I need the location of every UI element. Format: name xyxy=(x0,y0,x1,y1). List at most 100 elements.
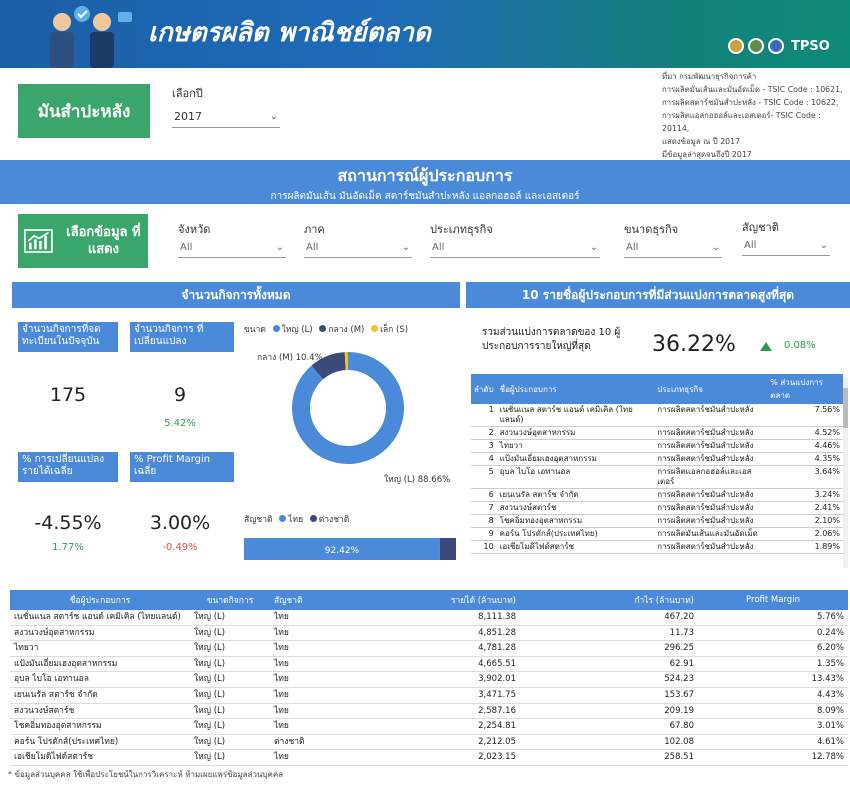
table-row[interactable]: 1 เนชั่นแนล สตาร์ช แอนด์ เคมิเคิล (ไทยแลน… xyxy=(471,404,843,427)
table-row[interactable]: 8 โชคอิ่มทองอุตสาหกรรม การผลิตสตาร์ชมันสำป… xyxy=(471,514,843,528)
table-cell: ไทย xyxy=(270,749,340,766)
table-cell: 153.67 xyxy=(520,687,698,704)
table-row[interactable]: สงวนวงษ์สตาร์ช ใหญ่ (L) ไทย 2,587.16 209.19 8… xyxy=(10,703,848,720)
table-row[interactable]: 7 สงวนวงษ์สตาร์ช การผลิตสตาร์ชมันสำปะหลัง 2… xyxy=(471,501,843,515)
table-row[interactable]: แป้งมันเอี่ยมเฮงอุตสาหกรรม ใหญ่ (L) ไทย 4,6… xyxy=(10,656,848,673)
business-size-dropdown[interactable]: All ⌄ xyxy=(624,238,722,258)
source-line: แสดงข้อมูล ณ ปี 2017 xyxy=(662,137,741,146)
table-row[interactable]: 6 เยนเนรัล สตาร์ช จำกัด การผลิตสตาร์ชมันสำ… xyxy=(471,488,843,502)
column-header[interactable]: % ส่วนแบ่งการตลาด xyxy=(767,374,843,404)
year-label: เลือกปี xyxy=(172,87,203,100)
table-row[interactable]: โชคอิ่มทองอุตสาหกรรม ใหญ่ (L) ไทย 2,254.81 6… xyxy=(10,718,848,735)
column-header[interactable]: ลำดับ xyxy=(471,374,497,404)
nationality-bar-label: 92.42% xyxy=(325,546,360,556)
table-cell: 1.89% xyxy=(767,540,843,554)
chevron-down-icon: ⌄ xyxy=(819,240,828,251)
region-dropdown[interactable]: All ⌄ xyxy=(304,238,412,258)
table-cell: คอร์น โปรดักส์(ประเทศไทย) xyxy=(10,734,190,751)
filter-value: All xyxy=(432,242,445,253)
column-header[interactable]: Profit Margin xyxy=(698,590,848,610)
business-people-icon xyxy=(50,6,132,68)
table-cell: 1 xyxy=(471,404,497,427)
table-row[interactable]: 4 แป้งมันเอี่ยมเฮงอุตสาหกรรม การผลิตสตาร์ช… xyxy=(471,452,843,466)
table-cell: 2.06% xyxy=(767,527,843,541)
table-cell: 258.51 xyxy=(520,749,698,766)
column-header[interactable]: ชื่อผู้ประกอบการ xyxy=(496,374,655,404)
table-cell: ไทย xyxy=(270,718,340,735)
filter-label: ภาค xyxy=(304,223,325,236)
table-cell: การผลิตสตาร์ชมันสำปะหลัง xyxy=(654,501,768,515)
table-cell: ใหญ่ (L) xyxy=(190,749,270,766)
scrollbar-thumb[interactable] xyxy=(843,388,848,428)
table-row[interactable]: เนชั่นแนล สตาร์ช แอนด์ เคมิเคิล (ไทยแลนด… xyxy=(10,610,848,626)
chevron-down-icon: ⌄ xyxy=(711,242,720,253)
table-cell: 467.20 xyxy=(520,610,698,626)
legend-item[interactable]: ไทย xyxy=(288,515,303,525)
business-type-dropdown[interactable]: All ⌄ xyxy=(430,238,600,258)
filter-label: สัญชาติ xyxy=(742,221,779,234)
table-cell: 8.09% xyxy=(698,703,848,720)
table-cell: 2,212.05 xyxy=(340,734,520,751)
kpi-profit-margin-value: 3.00% xyxy=(149,512,211,534)
table-row[interactable]: 2 สงวนวงษ์อุตสาหกรรม การผลิตสตาร์ชมันสำปะห… xyxy=(471,426,843,440)
table-cell: อุบล ไบโอ เอทานอล xyxy=(10,671,190,688)
legend-item[interactable]: ใหญ่ (L) xyxy=(282,325,313,335)
table-row[interactable]: 3 ไทยวา การผลิตสตาร์ชมันสำปะหลัง 4.46% xyxy=(471,439,843,453)
donut-slice-large[interactable] xyxy=(292,352,404,464)
table-cell: 4.61% xyxy=(698,734,848,751)
table-row[interactable]: เยนเนรัล สตาร์ช จำกัด ใหญ่ (L) ไทย 3,471.75… xyxy=(10,687,848,704)
column-header[interactable]: ประเภทธุรกิจ xyxy=(654,374,768,404)
size-legend: ขนาด ใหญ่ (L) กลาง (M) เล็ก (S) xyxy=(244,322,408,336)
table-cell: 4,851.28 xyxy=(340,625,520,642)
market-share-value: 36.22% xyxy=(652,332,736,357)
table-cell: สงวนวงษ์อุตสาหกรรม xyxy=(496,426,655,440)
tpso-logo: TPSO xyxy=(791,38,830,54)
up-arrow-icon xyxy=(760,342,772,351)
table-cell: 2.41% xyxy=(767,501,843,515)
table-row[interactable]: 9 คอร์น โปรดักส์(ประเทศไทย) การผลิตมันเส้น… xyxy=(471,527,843,541)
table-cell: การผลิตสตาร์ชมันสำปะหลัง xyxy=(654,404,768,427)
table-cell: ไทยวา xyxy=(496,439,655,453)
nationality-bar-chart[interactable]: 92.42% xyxy=(244,538,456,560)
kpi-registered-value: 175 xyxy=(49,384,87,406)
table-row[interactable]: อุบล ไบโอ เอทานอล ใหญ่ (L) ไทย 3,902.01 524.… xyxy=(10,671,848,688)
column-header[interactable]: สัญชาติ xyxy=(270,590,340,610)
kpi-revenue-change-value: -4.55% xyxy=(34,512,102,534)
table-cell: การผลิตสตาร์ชมันสำปะหลัง xyxy=(654,488,768,502)
table-cell: ใหญ่ (L) xyxy=(190,718,270,735)
table-cell: ไทยวา xyxy=(10,640,190,657)
table-row[interactable]: เอเชียโมดิไฟด์สตาร์ช ใหญ่ (L) ไทย 2,023.15 2… xyxy=(10,749,848,766)
column-header[interactable]: ชื่อผู้ประกอบการ xyxy=(10,590,190,610)
table-cell: 3.01% xyxy=(698,718,848,735)
table-row[interactable]: สงวนวงษ์อุตสาหกรรม ใหญ่ (L) ไทย 4,851.28 11.… xyxy=(10,625,848,642)
column-header[interactable]: ขนาดกิจการ xyxy=(190,590,270,610)
legend-title: สัญชาติ xyxy=(244,515,273,525)
app-title: เกษตรผลิต พาณิชย์ตลาด xyxy=(148,18,431,48)
table-cell: แป้งมันเอี่ยมเฮงอุตสาหกรรม xyxy=(10,656,190,673)
header-bar: เกษตรผลิต พาณิชย์ตลาด TPSO xyxy=(0,0,850,68)
source-line: ที่มา กรมพัฒนาธุรกิจการค้า xyxy=(662,72,757,81)
table-cell: 6.20% xyxy=(698,640,848,657)
filter-value: All xyxy=(180,242,193,253)
legend-item[interactable]: กลาง (M) xyxy=(328,325,364,335)
province-dropdown[interactable]: All ⌄ xyxy=(178,238,286,258)
kpi-label: % การเปลี่ยนแปลง รายได้เฉลี่ย xyxy=(18,452,118,482)
footnote: * ข้อมูลส่วนบุคคล ใช้เพื่อประโยชน์ในการว… xyxy=(8,770,284,779)
scrollbar[interactable] xyxy=(843,378,848,568)
legend-item[interactable]: ต่างชาติ xyxy=(319,515,350,525)
nationality-bar-foreign[interactable] xyxy=(439,538,456,560)
table-cell: 2 xyxy=(471,426,497,440)
table-row[interactable]: ไทยวา ใหญ่ (L) ไทย 4,781.28 296.25 6.20% xyxy=(10,640,848,657)
year-dropdown[interactable]: 2017 ⌄ xyxy=(172,106,280,128)
table-cell: 3.24% xyxy=(767,488,843,502)
table-row[interactable]: 10 เอเชียโมดิไฟด์สตาร์ช การผลิตสตาร์ชมันสำ… xyxy=(471,540,843,554)
table-row[interactable]: คอร์น โปรดักส์(ประเทศไทย) ใหญ่ (L) ต่างชาต… xyxy=(10,734,848,751)
column-header[interactable]: รายได้ (ล้านบาท) xyxy=(340,590,520,610)
kpi-label: % Profit Margin เฉลี่ย xyxy=(130,452,234,482)
legend-item[interactable]: เล็ก (S) xyxy=(380,325,408,335)
nationality-dropdown[interactable]: All ⌄ xyxy=(742,236,830,256)
table-row[interactable]: 5 อุบล ไบโอ เอทานอล การผลิตแอลกอฮอล์และเอส… xyxy=(471,465,843,489)
column-header[interactable]: กำไร (ล้านบาท) xyxy=(520,590,698,610)
table-cell: คอร์น โปรดักส์(ประเทศไทย) xyxy=(496,527,655,541)
source-line: การผลิตแอลกอฮอล์และเอสเตอร์- TSIC Code :… xyxy=(662,111,821,133)
